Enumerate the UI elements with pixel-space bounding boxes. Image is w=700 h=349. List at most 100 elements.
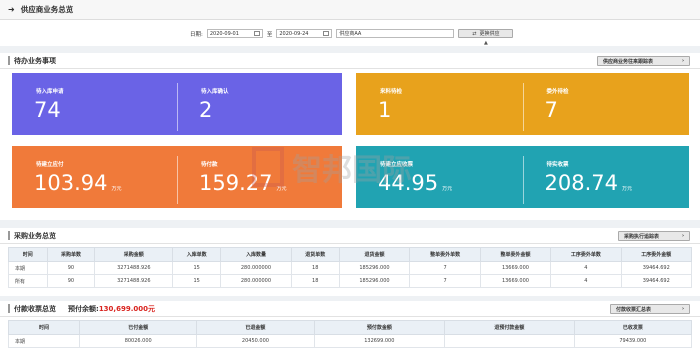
payment-summary-button[interactable]: 付款收票汇总表 › <box>610 304 690 314</box>
table-cell[interactable]: 20450.000 <box>196 334 315 348</box>
table-header-row: 时间 已付金额 已退金额 预付款金额 退预付款金额 已收发票 <box>7 320 693 335</box>
table-cell[interactable] <box>444 334 575 348</box>
card-label: 委外待检 <box>546 89 569 95</box>
column-header: 预付款金额 <box>313 320 446 335</box>
date-to-field[interactable]: 2020-09-24 <box>276 29 333 38</box>
collapse-arrow-icon[interactable]: ▲ <box>484 40 488 46</box>
table-cell[interactable]: 90 <box>46 274 96 288</box>
table-row: 本期 90 3271488.926 15 280.000000 18 18529… <box>8 261 693 275</box>
card-inbound-confirm[interactable]: 待入库确认 2 <box>177 73 342 135</box>
card-label: 来料待检 <box>380 89 403 95</box>
table-cell[interactable]: 15 <box>172 274 222 288</box>
table-cell[interactable]: 15 <box>172 261 222 275</box>
card-number: 7 <box>544 98 558 122</box>
purchase-tracking-label: 采购执行追踪表 <box>624 233 660 240</box>
payment-table: 时间 已付金额 已退金额 预付款金额 退预付款金额 已收发票 本期 80026.… <box>7 320 693 348</box>
card-incoming-inspection[interactable]: 来料待检 1 <box>356 73 523 135</box>
card-create-payable[interactable]: 待建立应付 103.94 万元 <box>12 146 177 208</box>
table-cell[interactable]: 7 <box>409 261 481 275</box>
payment-panel-header: 付款收票总览 预付余额: 130,699.000元 付款收票汇总表 › <box>0 301 700 317</box>
table-cell: 185296.000 <box>338 261 411 275</box>
card-number: 103.94 <box>34 171 108 195</box>
column-header: 时间 <box>7 320 81 335</box>
card-divider <box>522 83 524 131</box>
card-outsource-inspection[interactable]: 委外待检 7 <box>522 73 690 135</box>
chevron-right-icon: › <box>681 306 684 312</box>
supplier-value: 供应商AA <box>339 31 362 37</box>
table-cell[interactable]: 90 <box>46 261 96 275</box>
pending-panel-header: 待办业务事项 供应商业务往来跟踪表 › <box>0 53 700 69</box>
table-cell[interactable]: 4 <box>550 261 622 275</box>
column-header: 工序委外金额 <box>620 247 693 262</box>
table-cell: 本期 <box>8 261 48 275</box>
card-value: 2 <box>199 98 212 122</box>
switch-supplier-label: 更换供应 <box>479 31 500 37</box>
card-value: 103.94 万元 <box>34 171 122 195</box>
table-cell[interactable]: 18 <box>290 261 340 275</box>
column-header: 采购金额 <box>94 247 174 262</box>
purchase-panel-header: 采购业务总览 采购执行追踪表 › <box>0 228 700 244</box>
switch-supplier-button[interactable]: ⇄ 更换供应 <box>458 29 514 38</box>
prepay-value: 130,699.000元 <box>98 304 155 313</box>
card-unit: 万元 <box>442 186 453 192</box>
column-header: 入库数量 <box>220 247 292 262</box>
page-title: 供应商业务总览 <box>20 5 74 14</box>
card-number: 2 <box>199 98 213 122</box>
prepay-label: 预付余额: <box>68 304 99 313</box>
card-number: 208.74 <box>544 171 618 195</box>
table-cell: 本期 <box>7 334 81 348</box>
date-to-value: 2020-09-24 <box>279 30 309 37</box>
filter-bar: 日期: 2020-09-01 至 2020-09-24 供应商AA ⇄ 更换供应 <box>0 20 700 46</box>
supplier-tracking-label: 供应商业务往来跟踪表 <box>603 58 654 65</box>
table-cell: 13669.000 <box>479 274 552 288</box>
card-label: 待实收票 <box>546 162 569 168</box>
table-cell[interactable]: 79439.000 <box>573 334 693 348</box>
table-cell: 所有 <box>8 274 48 288</box>
arrow-right-icon: ➜ <box>8 5 15 14</box>
supplier-tracking-button[interactable]: 供应商业务往来跟踪表 › <box>597 56 690 66</box>
table-cell[interactable]: 132699.000 <box>313 334 446 348</box>
column-header: 时间 <box>8 247 48 262</box>
table-cell[interactable]: 7 <box>409 274 481 288</box>
purchase-panel: 采购业务总览 采购执行追踪表 › 时间 采购单数 采购金额 入库单数 入库数量 … <box>0 228 700 296</box>
supplier-field[interactable]: 供应商AA <box>336 29 455 38</box>
card-label: 待付款 <box>201 162 218 168</box>
card-number: 74 <box>34 98 61 122</box>
calendar-icon[interactable] <box>323 31 330 36</box>
card-divider <box>177 83 178 131</box>
chevron-right-icon: › <box>681 58 684 64</box>
date-label: 日期: <box>190 31 203 38</box>
card-value: 1 <box>378 98 391 122</box>
chevron-right-icon: › <box>681 233 684 239</box>
card-label: 待入库申请 <box>36 89 64 95</box>
card-unit: 万元 <box>111 186 122 192</box>
column-header: 退货单数 <box>290 247 340 262</box>
purchase-tracking-button[interactable]: 采购执行追踪表 › <box>618 231 690 241</box>
section-marker <box>8 56 10 65</box>
payment-summary-label: 付款收票汇总表 <box>616 306 652 313</box>
date-from-field[interactable]: 2020-09-01 <box>206 29 263 38</box>
card-label: 待入库确认 <box>201 89 229 95</box>
table-cell: 39464.692 <box>620 274 693 288</box>
table-cell[interactable]: 4 <box>550 274 622 288</box>
table-header-row: 时间 采购单数 采购金额 入库单数 入库数量 退货单数 退货金额 整单委外单数 … <box>8 247 693 262</box>
section-marker <box>8 304 10 313</box>
table-cell: 280.000000 <box>220 274 292 288</box>
card-label: 待建立应付 <box>36 162 64 168</box>
card-inbound-request[interactable]: 待入库申请 74 <box>12 73 177 135</box>
table-row: 本期 80026.000 20450.000 132699.000 79439.… <box>7 334 693 348</box>
pending-panel: 待办业务事项 供应商业务往来跟踪表 › 待入库申请 74 待入库确认 2 来料待… <box>0 53 700 220</box>
card-inbound: 待入库申请 74 待入库确认 2 <box>12 73 342 135</box>
table-cell[interactable]: 80026.000 <box>79 334 198 348</box>
table-cell: 3271488.926 <box>94 274 174 288</box>
card-value: 7 <box>545 98 558 122</box>
card-receive-invoice[interactable]: 待实收票 208.74 万元 <box>522 146 690 208</box>
table-cell[interactable]: 18 <box>290 274 340 288</box>
table-cell: 13669.000 <box>479 261 552 275</box>
watermark-logo-icon <box>252 147 284 187</box>
purchase-table: 时间 采购单数 采购金额 入库单数 入库数量 退货单数 退货金额 整单委外单数 … <box>8 247 693 288</box>
date-from-value: 2020-09-01 <box>209 30 239 37</box>
card-inspection: 来料待检 1 委外待检 7 <box>356 73 689 135</box>
calendar-icon[interactable] <box>253 31 260 36</box>
page-header: ➜ 供应商业务总览 <box>0 0 700 20</box>
